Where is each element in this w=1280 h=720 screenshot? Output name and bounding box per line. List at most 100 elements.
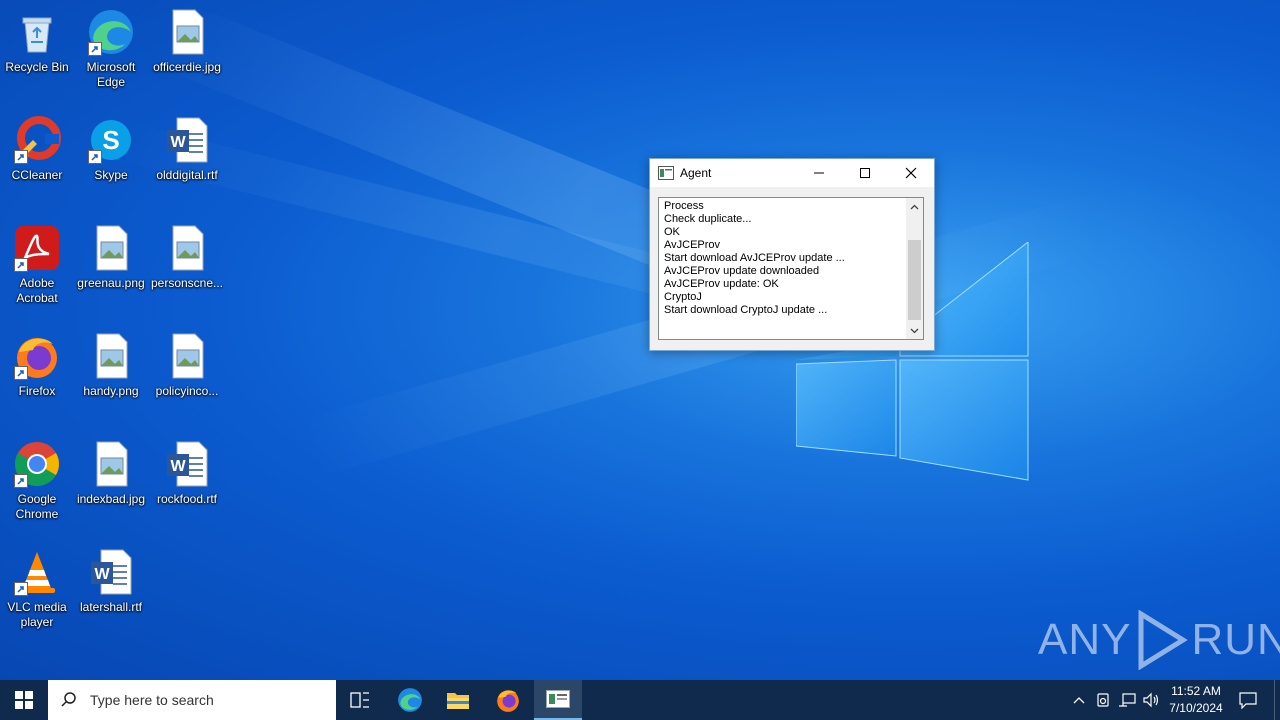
anyrun-watermark: ANY RUN: [1038, 608, 1280, 672]
watermark-text-right: RUN: [1191, 615, 1280, 664]
image-file-icon: [163, 8, 211, 56]
firefox-icon: [497, 690, 519, 712]
speaker-icon: [1143, 692, 1159, 708]
desktop-icon-google-chrome[interactable]: Google Chrome: [0, 440, 74, 522]
chrome-icon: [13, 440, 61, 488]
desktop-icon-skype[interactable]: S Skype: [74, 116, 148, 183]
desktop[interactable]: Recycle Bin CCleaner Adobe Acrobat Firef…: [0, 0, 1280, 680]
shortcut-arrow-icon: [14, 258, 28, 272]
scrollbar-thumb[interactable]: [908, 240, 921, 320]
agent-titlebar[interactable]: Agent: [650, 159, 934, 187]
image-file-icon: [87, 224, 135, 272]
svg-text:W: W: [170, 458, 186, 475]
log-textbox[interactable]: Process Check duplicate... OK AvJCEProv …: [658, 197, 924, 340]
log-line: CryptoJ: [664, 291, 702, 303]
vertical-scrollbar[interactable]: [906, 198, 923, 339]
desktop-icon-latershall-rtf[interactable]: W latershall.rtf: [74, 548, 148, 615]
taskbar-firefox-button[interactable]: [484, 680, 532, 720]
icon-label: Recycle Bin: [5, 60, 69, 74]
svg-text:W: W: [94, 566, 110, 583]
image-file-icon: [163, 332, 211, 380]
minimize-icon: [814, 172, 824, 174]
shortcut-arrow-icon: [14, 150, 28, 164]
svg-text:S: S: [102, 125, 119, 155]
image-file-icon: [87, 332, 135, 380]
shortcut-arrow-icon: [88, 42, 102, 56]
desktop-icon-olddigital-rtf[interactable]: W olddigital.rtf: [150, 116, 224, 183]
recycle-bin-icon: [13, 8, 61, 56]
image-file-icon: [163, 224, 211, 272]
desktop-icon-recycle-bin[interactable]: Recycle Bin: [0, 8, 74, 75]
adobe-acrobat-icon: [13, 224, 61, 272]
desktop-icon-adobe-acrobat[interactable]: Adobe Acrobat: [0, 224, 74, 306]
desktop-icon-policyinco[interactable]: policyinco...: [150, 332, 224, 399]
desktop-icon-rockfood-rtf[interactable]: W rockfood.rtf: [150, 440, 224, 507]
tray-device-button[interactable]: [1092, 680, 1114, 720]
desktop-icon-handy-png[interactable]: handy.png: [74, 332, 148, 399]
clock-date: 7/10/2024: [1169, 701, 1223, 715]
icon-label: indexbad.jpg: [76, 492, 146, 506]
agent-window[interactable]: Agent Process Check duplicate... OK AvJC…: [649, 158, 935, 351]
desktop-icon-ccleaner[interactable]: CCleaner: [0, 116, 74, 183]
icon-label: Skype: [94, 168, 128, 182]
log-line: Check duplicate...: [664, 213, 752, 225]
windows-start-icon: [15, 691, 33, 709]
network-icon: [1119, 693, 1136, 707]
show-desktop-button[interactable]: [1274, 680, 1280, 720]
icon-label: greenau.png: [77, 276, 145, 290]
log-line: OK: [664, 226, 680, 238]
action-center-button[interactable]: [1230, 680, 1266, 720]
show-hidden-icons-button[interactable]: [1068, 680, 1090, 720]
skype-icon: S: [87, 116, 135, 164]
desktop-icon-officerdie-jpg[interactable]: officerdie.jpg: [150, 8, 224, 75]
taskbar: Type here to search 11:52 AM 7/10/2024: [0, 680, 1280, 720]
tray-volume-button[interactable]: [1140, 680, 1162, 720]
icon-label: Firefox: [18, 384, 56, 398]
desktop-icon-vlc[interactable]: VLC media player: [0, 548, 74, 630]
icon-label: rockfood.rtf: [156, 492, 218, 506]
task-view-button[interactable]: [336, 680, 384, 720]
scroll-up-button[interactable]: [906, 198, 923, 215]
svg-text:W: W: [170, 134, 186, 151]
icon-label: VLC media player: [7, 600, 67, 629]
minimize-button[interactable]: [796, 159, 842, 187]
icon-label: olddigital.rtf: [156, 168, 218, 182]
firefox-icon: [13, 332, 61, 380]
close-icon: [905, 167, 917, 179]
icon-label: officerdie.jpg: [153, 60, 221, 74]
word-document-icon: W: [163, 440, 211, 488]
icon-label: latershall.rtf: [79, 600, 143, 614]
taskbar-agent-button[interactable]: [534, 680, 582, 720]
log-line: AvJCEProv update downloaded: [664, 265, 820, 277]
desktop-icon-firefox[interactable]: Firefox: [0, 332, 74, 399]
search-icon: [61, 692, 76, 707]
app-window-icon: [658, 166, 674, 180]
shortcut-arrow-icon: [88, 150, 102, 164]
chevron-up-icon: [1073, 697, 1085, 704]
taskbar-search-box[interactable]: Type here to search: [48, 680, 336, 720]
icon-label: policyinco...: [155, 384, 219, 398]
taskbar-clock[interactable]: 11:52 AM 7/10/2024: [1164, 680, 1228, 720]
icon-label: Google Chrome: [15, 492, 59, 521]
close-button[interactable]: [888, 159, 934, 187]
desktop-icon-indexbad-jpg[interactable]: indexbad.jpg: [74, 440, 148, 507]
taskbar-file-explorer-button[interactable]: [434, 680, 482, 720]
start-button[interactable]: [0, 680, 48, 720]
log-line: Start download CryptoJ update ...: [664, 304, 828, 316]
tray-network-button[interactable]: [1116, 680, 1138, 720]
watermark-text-left: ANY: [1038, 615, 1132, 664]
desktop-icon-greenau-png[interactable]: greenau.png: [74, 224, 148, 291]
desktop-icon-personscne[interactable]: personscne...: [150, 224, 224, 291]
log-line: Process: [664, 200, 704, 212]
edge-icon: [398, 688, 422, 712]
desktop-icon-microsoft-edge[interactable]: Microsoft Edge: [74, 8, 148, 90]
edge-icon: [87, 8, 135, 56]
clock-time: 11:52 AM: [1171, 684, 1221, 698]
maximize-button[interactable]: [842, 159, 888, 187]
scroll-down-button[interactable]: [906, 322, 923, 339]
taskbar-edge-button[interactable]: [386, 680, 434, 720]
log-line: AvJCEProv: [664, 239, 721, 251]
chevron-down-icon: [910, 328, 919, 333]
notification-icon: [1239, 692, 1257, 709]
chevron-up-icon: [910, 204, 919, 209]
